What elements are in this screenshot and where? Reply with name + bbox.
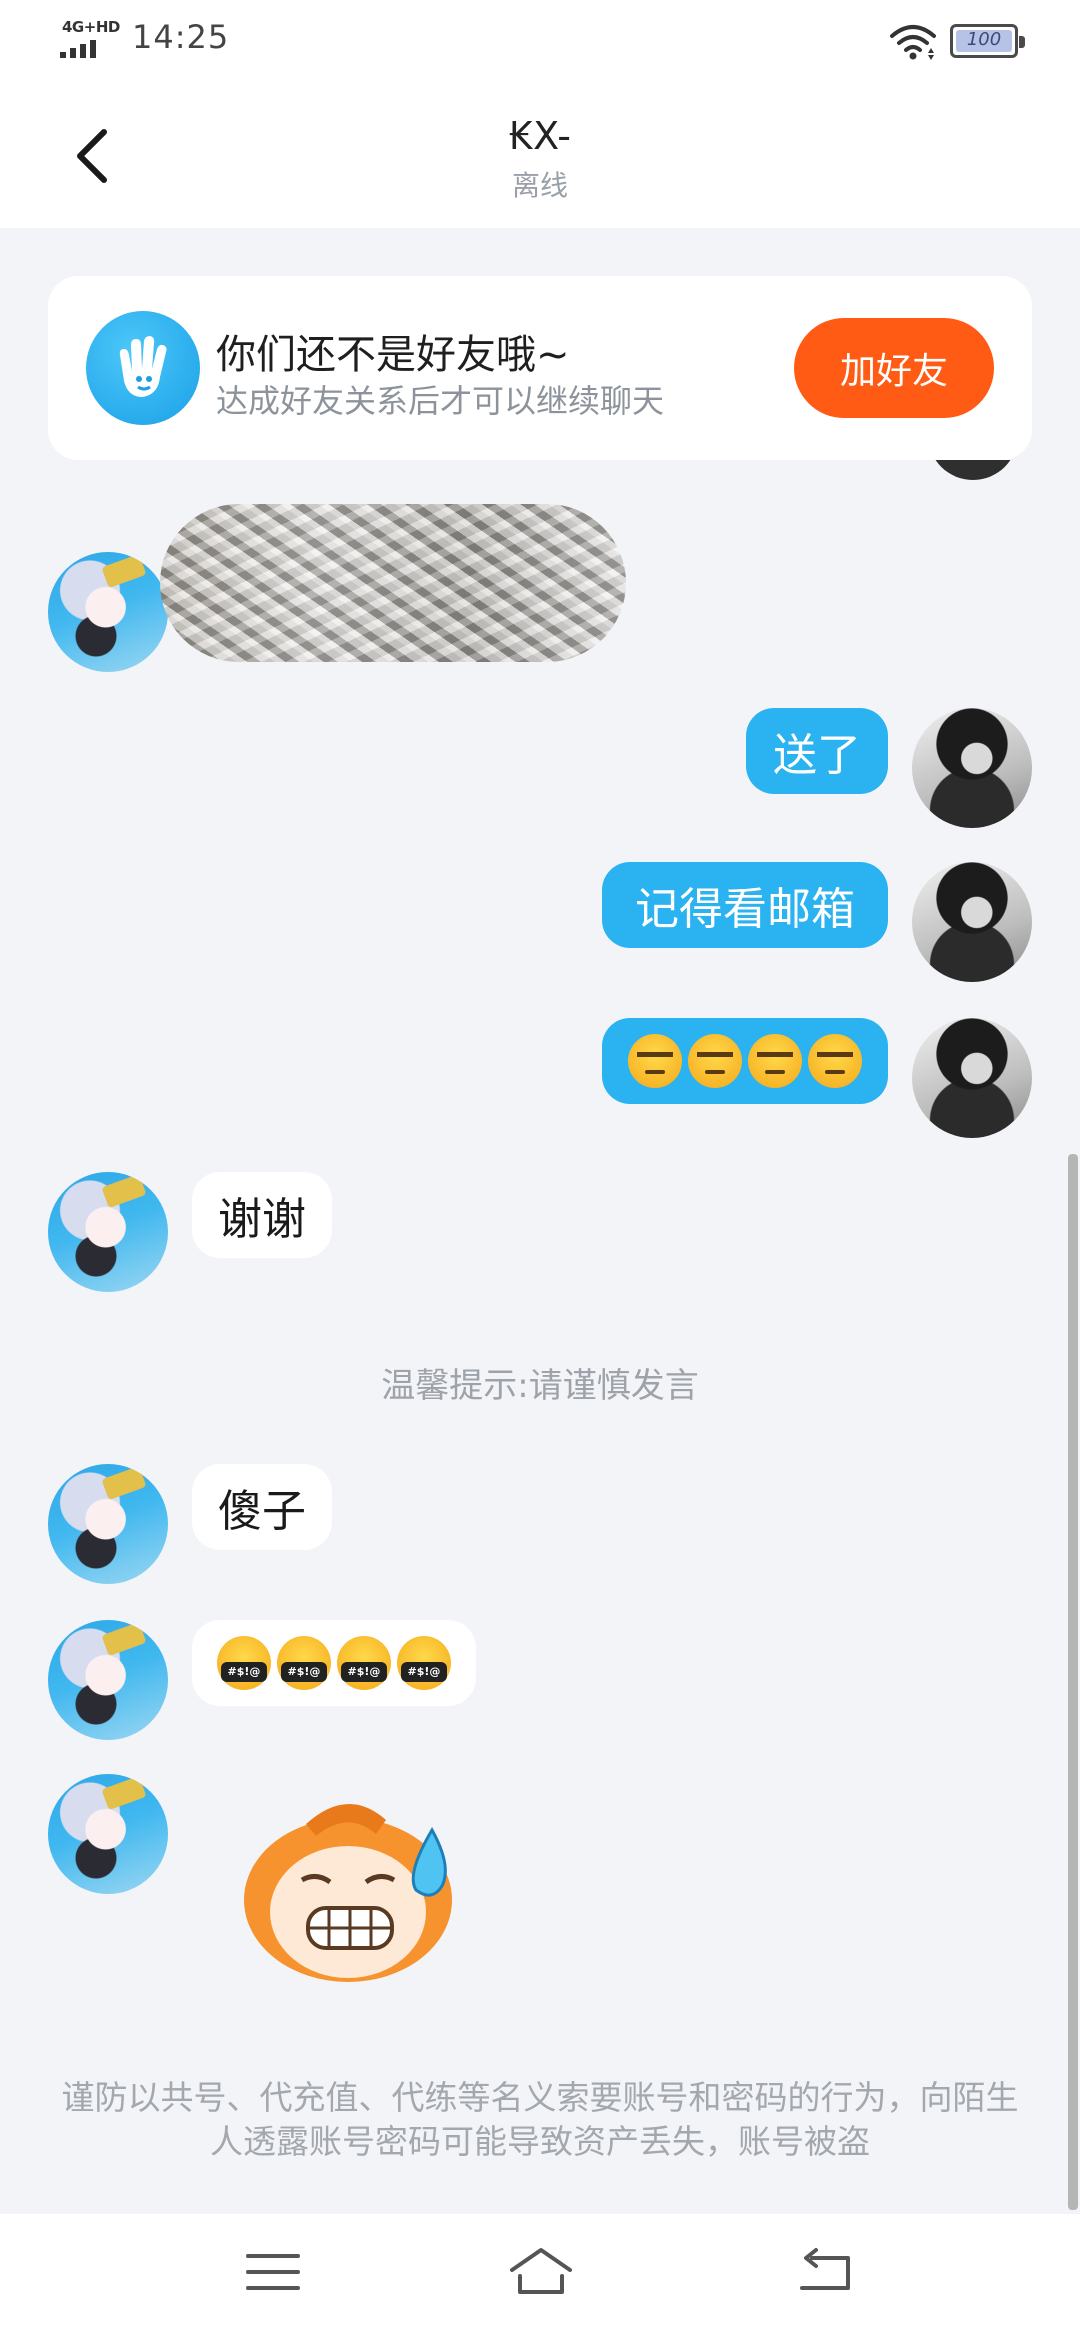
avatar[interactable] [912,1018,1032,1138]
contact-status: 离线 [511,169,568,202]
friend-banner-subtitle: 达成好友关系后才可以继续聊天 [216,382,665,420]
message-bubble[interactable]: 记得看邮箱 [602,862,888,948]
battery-level: 100 [966,29,1002,50]
avatar[interactable] [48,1774,168,1894]
cursing-face-icon [277,1636,331,1690]
friend-banner-title: 你们还不是好友哦~ [216,332,570,378]
cursing-face-icon [397,1636,451,1690]
status-bar: 4G+HD 14:25 100 [0,0,1080,80]
avatar[interactable] [912,708,1032,828]
unamused-face-icon [748,1034,802,1088]
contact-name: ₭X- [508,114,572,158]
unamused-face-icon [628,1034,682,1088]
avatar[interactable] [48,1620,168,1740]
unamused-face-icon [808,1034,862,1088]
cursing-face-icon [217,1636,271,1690]
message-bubble[interactable]: 送了 [746,708,888,794]
network-type: 4G+HD [62,18,120,36]
signal-icon: 4G+HD [58,18,120,58]
message-bubble[interactable]: 谢谢 [192,1172,332,1258]
wifi-icon [890,25,936,60]
system-nav-bar [0,2214,1080,2340]
menu-icon[interactable] [238,2242,308,2302]
message-bubble[interactable] [192,1620,476,1706]
scrollbar[interactable] [1068,1154,1078,2210]
friend-request-banner: 你们还不是好友哦~ 达成好友关系后才可以继续聊天 加好友 [48,276,1032,460]
add-friend-button[interactable]: 加好友 [794,318,994,418]
sticker-message[interactable] [236,1790,476,1990]
chat-message-list[interactable]: 送了 记得看邮箱 谢谢 温馨提示:请谨慎发言 傻子 谨 [0,460,1080,2210]
system-tip: 温馨提示:请谨慎发言 [381,1366,699,1406]
hand-wave-icon [86,311,200,425]
clock: 14:25 [132,18,230,56]
avatar[interactable] [48,1464,168,1584]
message-bubble[interactable] [602,1018,888,1104]
cursing-face-icon [337,1636,391,1690]
home-icon[interactable] [506,2242,576,2302]
avatar[interactable] [912,862,1032,982]
return-icon[interactable] [790,2242,860,2302]
message-bubble[interactable]: 傻子 [192,1464,332,1550]
battery-icon: 100 [950,24,1025,58]
unamused-face-icon [688,1034,742,1088]
avatar[interactable] [928,460,1018,480]
avatar[interactable] [48,1172,168,1292]
chat-header: ₭X- 离线 [0,80,1080,228]
image-message[interactable] [160,504,626,662]
avatar[interactable] [48,552,168,672]
security-warning: 谨防以共号、代充值、代练等名义索要账号和密码的行为，向陌生人透露账号密码可能导致… [61,2078,1019,2161]
